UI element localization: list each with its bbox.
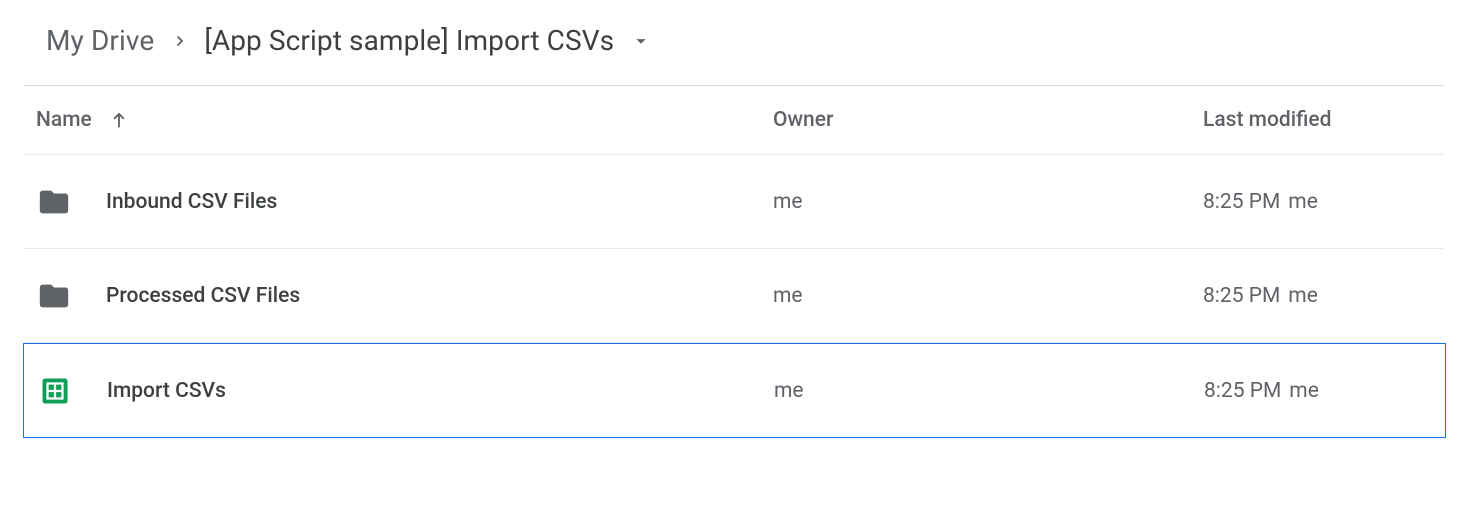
- modified-by: me: [1288, 284, 1318, 308]
- breadcrumb: My Drive [App Script sample] Import CSVs: [0, 0, 1468, 85]
- modified-time: 8:25 PM: [1203, 190, 1280, 214]
- breadcrumb-root[interactable]: My Drive: [44, 20, 156, 61]
- breadcrumb-current[interactable]: [App Script sample] Import CSVs: [202, 20, 616, 61]
- caret-down-icon[interactable]: [630, 30, 652, 52]
- file-table: Name Owner Last modified Inbound CSV Fil…: [24, 86, 1444, 438]
- table-header-row: Name Owner Last modified: [24, 86, 1444, 155]
- arrow-up-icon: [108, 109, 130, 131]
- file-name: Import CSVs: [107, 379, 774, 403]
- file-modified: 8:25 PM me: [1203, 284, 1444, 308]
- modified-by: me: [1288, 190, 1318, 214]
- folder-icon: [36, 279, 72, 313]
- column-header-owner[interactable]: Owner: [773, 108, 1203, 132]
- table-row[interactable]: Inbound CSV Filesme8:25 PMme: [24, 155, 1444, 249]
- column-header-modified[interactable]: Last modified: [1203, 108, 1444, 132]
- file-name: Processed CSV Files: [106, 284, 773, 308]
- file-owner: me: [774, 379, 1204, 403]
- table-row[interactable]: Import CSVsme8:25 PMme: [23, 343, 1446, 438]
- file-modified: 8:25 PM me: [1203, 190, 1444, 214]
- file-name: Inbound CSV Files: [106, 190, 773, 214]
- table-row[interactable]: Processed CSV Filesme8:25 PMme: [24, 249, 1444, 343]
- sheets-icon: [37, 376, 73, 406]
- modified-time: 8:25 PM: [1204, 379, 1281, 403]
- column-header-name[interactable]: Name: [36, 108, 773, 132]
- file-owner: me: [773, 284, 1203, 308]
- chevron-right-icon: [160, 27, 198, 55]
- file-owner: me: [773, 190, 1203, 214]
- column-header-name-label: Name: [36, 108, 92, 132]
- modified-by: me: [1289, 379, 1319, 403]
- modified-time: 8:25 PM: [1203, 284, 1280, 308]
- folder-icon: [36, 185, 72, 219]
- file-modified: 8:25 PM me: [1204, 379, 1445, 403]
